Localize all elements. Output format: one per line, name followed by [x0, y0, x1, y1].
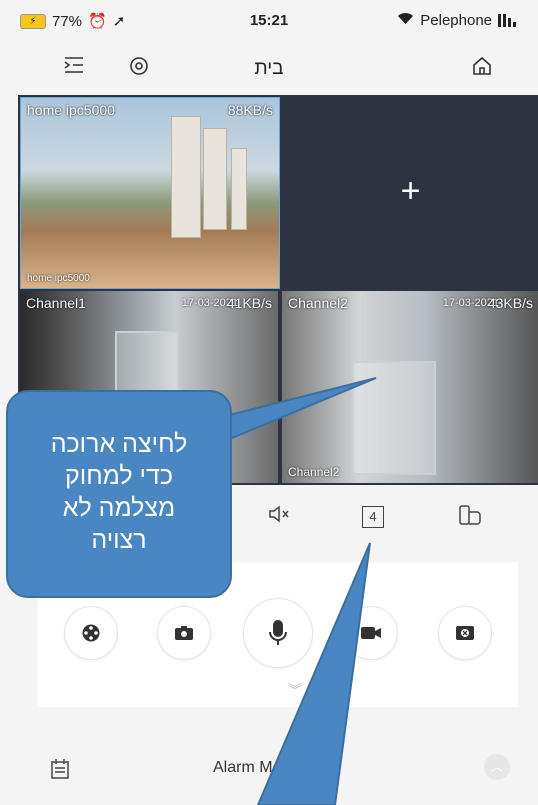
callout-line: כדי למחוק — [64, 462, 174, 490]
callout-line: רצויה — [91, 526, 147, 554]
arrow-pointer — [256, 542, 371, 805]
callout-bubble: לחיצה ארוכה כדי למחוק מצלמה לא רצויה — [6, 390, 232, 598]
callout-line: מצלמה לא — [62, 494, 176, 522]
callout-line: לחיצה ארוכה — [50, 430, 188, 458]
